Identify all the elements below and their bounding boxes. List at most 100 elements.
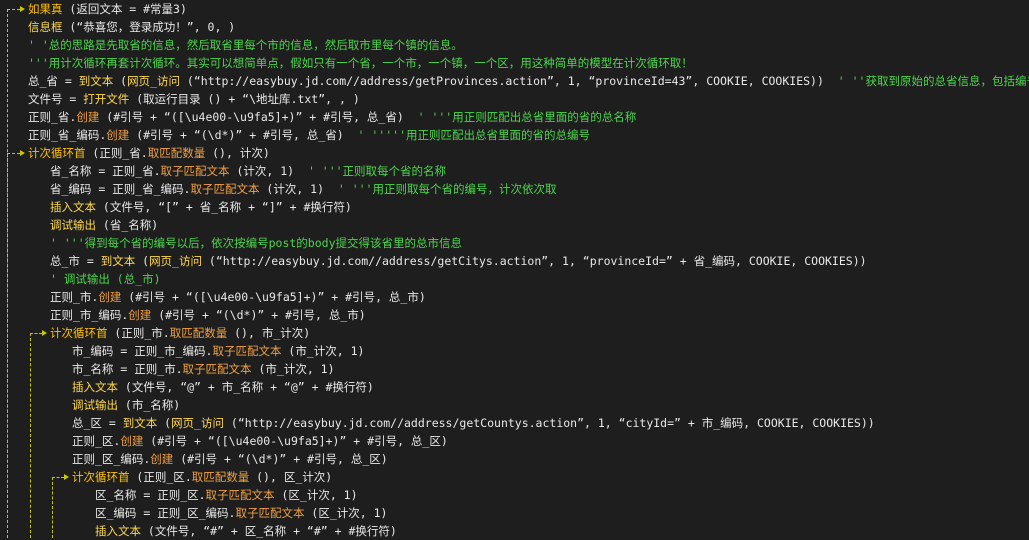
code-token: (文件号, “@” + 市_名称 + “@” + #换行符) (118, 380, 374, 394)
code-token: 信息框 (28, 20, 63, 34)
code-token: 正则_市_编码. (50, 308, 129, 322)
code-line[interactable]: '''用计次循环再套计次循环。其实可以想简单点，假如只有一个省，一个市，一个镇，… (0, 54, 1029, 72)
code-line[interactable]: 正则_区_编码.创建 (#引号 + “(\d*)” + #引号, 总_区) (0, 450, 1029, 468)
code-token: 调试输出 (50, 218, 96, 232)
code-token: 总_省 = (28, 74, 79, 88)
code-line[interactable]: 正则_区.创建 (#引号 + “([\u4e00-\u9fa5]+)” + #引… (0, 432, 1029, 450)
code-token: (取运行目录 () + “\地址库.txt”, , ) (129, 92, 360, 106)
code-token: (), 市_计次) (227, 326, 311, 340)
code-token: 取匹配数量 (191, 470, 250, 484)
code-line[interactable]: 如果真 (返回文本 = #常量3) (0, 0, 1029, 18)
code-token: 网页_访问 (127, 74, 180, 88)
code-token: 取子匹配文本 (235, 506, 305, 520)
code-line[interactable]: 正则_市_编码.创建 (#引号 + “(\d*)” + #引号, 总_市) (0, 306, 1029, 324)
block-arrow-icon (42, 330, 47, 336)
code-line[interactable]: 省_编码 = 正则_省_编码.取子匹配文本 (计次, 1) ' '''用正则取每… (0, 180, 1029, 198)
code-token: 省_名称 = 正则_省. (50, 164, 161, 178)
code-token: (“http://easybuy.jd.com//address/getProv… (180, 74, 838, 88)
code-token: 取匹配数量 (169, 326, 228, 340)
code-line[interactable]: 总_区 = 到文本 (网页_访问 (“http://easybuy.jd.com… (0, 414, 1029, 432)
code-keyword: 计次循环首 (28, 146, 86, 160)
code-token: 网页_访问 (149, 254, 202, 268)
code-editor[interactable]: 如果真 (返回文本 = #常量3) 信息框 (“恭喜您，登录成功！”, 0, ) '… (0, 0, 1029, 538)
code-line[interactable]: 区_名称 = 正则_区.取子匹配文本 (区_计次, 1) (0, 486, 1029, 504)
code-token: 区_名称 = 正则_区. (95, 488, 206, 502)
code-line[interactable]: 调试输出 (省_名称) (0, 216, 1029, 234)
code-line[interactable]: 正则_省_编码.创建 (#引号 + “(\d*)” + #引号, 总_省) ' … (0, 126, 1029, 144)
block-guide (7, 153, 8, 538)
code-keyword: 计次循环首 (50, 326, 108, 340)
code-token: 取子匹配文本 (205, 488, 275, 502)
code-token: 网页_访问 (171, 416, 224, 430)
code-line[interactable]: 插入文本 (文件号, “@” + 市_名称 + “@” + #换行符) (0, 378, 1029, 396)
code-token: (正则_区. (129, 470, 192, 484)
code-token: (返回文本 = #常量3) (62, 2, 187, 16)
block-connector (7, 9, 20, 10)
code-line[interactable]: 总_市 = 到文本 (网页_访问 (“http://easybuy.jd.com… (0, 252, 1029, 270)
code-token: 市_名称 = 正则_市. (72, 362, 183, 376)
code-line[interactable]: ' 调试输出 (总_市) (0, 270, 1029, 288)
code-token: 文件号 = (28, 92, 84, 106)
code-token: (#引号 + “([\u4e00-\u9fa5]+)” + #引号, 总_市) (121, 290, 426, 304)
code-token: (市_计次, 1) (281, 344, 365, 358)
block-connector (52, 477, 64, 478)
block-arrow-icon (20, 6, 25, 12)
code-keyword: 如果真 (28, 2, 63, 16)
code-token: (#引号 + “(\d*)” + #引号, 总_区) (173, 452, 388, 466)
code-line[interactable]: 插入文本 (文件号, “[” + 省_名称 + “]” + #换行符) (0, 198, 1029, 216)
code-token: ( (157, 416, 172, 430)
code-token: 到文本 (78, 74, 114, 88)
code-line[interactable]: 调试输出 (市_名称) (0, 396, 1029, 414)
code-token: 插入文本 (72, 380, 118, 394)
code-line[interactable]: 正则_市.创建 (#引号 + “([\u4e00-\u9fa5]+)” + #引… (0, 288, 1029, 306)
code-token: (#引号 + “(\d*)” + #引号, 总_市) (151, 308, 366, 322)
code-line[interactable]: 省_名称 = 正则_省.取子匹配文本 (计次, 1) ' '''正则取每个省的名… (0, 162, 1029, 180)
code-line[interactable]: 市_名称 = 正则_市.取子匹配文本 (市_计次, 1) (0, 360, 1029, 378)
code-comment: ' '''得到每个省的编号以后，依次按编号post的body提交得该省里的总市信… (50, 236, 463, 250)
code-token: 创建 (98, 290, 122, 304)
code-token: 调试输出 (72, 398, 118, 412)
code-line[interactable]: 计次循环首 (正则_省.取匹配数量 (), 计次) (0, 144, 1029, 162)
code-token: 取子匹配文本 (160, 164, 230, 178)
code-line[interactable]: ' '总的思路是先取省的信息，然后取省里每个市的信息，然后取市里每个镇的信息。 (0, 36, 1029, 54)
code-comment: ' '''用正则匹配出总省里面的省的总名称 (417, 110, 637, 124)
block-guide (30, 333, 31, 538)
code-token: 区_编码 = 正则_区_编码. (95, 506, 236, 520)
code-token: (#引号 + “([\u4e00-\u9fa5]+)” + #引号, 总_省) (99, 110, 418, 124)
code-keyword: 计次循环首 (72, 470, 130, 484)
code-token: ( (135, 254, 150, 268)
code-token: 正则_市. (50, 290, 99, 304)
code-token: 到文本 (122, 416, 158, 430)
code-line[interactable]: 区_编码 = 正则_区_编码.取子匹配文本 (区_计次, 1) (0, 504, 1029, 522)
code-line[interactable]: 计次循环首 (正则_市.取匹配数量 (), 市_计次) (0, 324, 1029, 342)
code-token: 取子匹配文本 (190, 182, 260, 196)
code-line[interactable]: 正则_省.创建 (#引号 + “([\u4e00-\u9fa5]+)” + #引… (0, 108, 1029, 126)
code-line[interactable]: 文件号 = 打开文件 (取运行目录 () + “\地址库.txt”, , ) (0, 90, 1029, 108)
code-token: (“恭喜您，登录成功！”, 0, ) (62, 20, 236, 34)
code-token: 总_市 = (50, 254, 101, 268)
code-line[interactable]: ' '''得到每个省的编号以后，依次按编号post的body提交得该省里的总市信… (0, 234, 1029, 252)
code-token: (), 计次) (205, 146, 270, 160)
code-comment: ' ''获取到原始的总省信息，包括编号名称 (837, 74, 1029, 88)
code-token: 到文本 (100, 254, 136, 268)
code-token: 市_编码 = 正则_市_编码. (72, 344, 213, 358)
code-line[interactable]: 总_省 = 到文本 (网页_访问 (“http://easybuy.jd.com… (0, 72, 1029, 90)
code-comment: '''用计次循环再套计次循环。其实可以想简单点，假如只有一个省，一个市，一个镇，… (28, 56, 693, 70)
code-line[interactable]: 计次循环首 (正则_区.取匹配数量 (), 区_计次) (0, 468, 1029, 486)
code-token: (正则_市. (107, 326, 170, 340)
block-arrow-icon (20, 150, 25, 156)
code-token: (市_计次, 1) (251, 362, 335, 376)
code-comment: ' '总的思路是先取省的信息，然后取省里每个市的信息，然后取市里每个镇的信息。 (28, 38, 463, 52)
code-token: (市_名称) (118, 398, 181, 412)
code-token: 正则_区. (72, 434, 121, 448)
code-token: (区_计次, 1) (274, 488, 358, 502)
code-token: (“http://easybuy.jd.com//address/getCoun… (224, 416, 875, 430)
code-token: (省_名称) (96, 218, 159, 232)
code-line[interactable]: 市_编码 = 正则_市_编码.取子匹配文本 (市_计次, 1) (0, 342, 1029, 360)
code-token: (正则_省. (85, 146, 148, 160)
code-token: 插入文本 (50, 200, 96, 214)
code-line[interactable]: 信息框 (“恭喜您，登录成功！”, 0, ) (0, 18, 1029, 36)
code-token: (#引号 + “([\u4e00-\u9fa5]+)” + #引号, 总_区) (143, 434, 448, 448)
code-line[interactable]: 插入文本 (文件号, “#” + 区_名称 + “#” + #换行符) (0, 522, 1029, 540)
code-comment: ' '''用正则取每个省的编号，计次依次取 (337, 182, 557, 196)
